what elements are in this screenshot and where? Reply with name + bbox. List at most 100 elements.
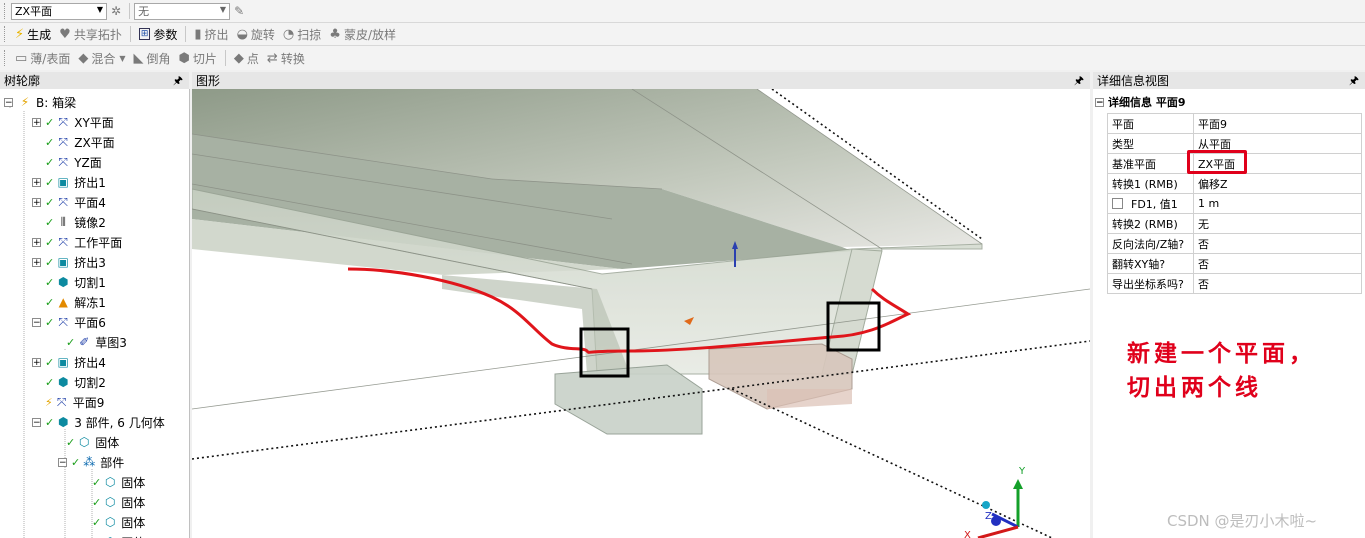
- graphics-viewport[interactable]: Y Z X ANSYS 2021 R1: [192, 89, 1090, 538]
- expand-icon[interactable]: +: [32, 197, 41, 207]
- tree-item-label: 挤出3: [74, 255, 106, 270]
- tree-item-yz-plane[interactable]: ✓ ⤧ YZ面: [32, 152, 102, 172]
- tree-item-extrude3[interactable]: + ✓ ▣ 挤出3: [32, 252, 106, 272]
- slice-icon: ⬢: [57, 275, 69, 289]
- toolbar-grip[interactable]: [4, 3, 8, 19]
- new-sketch-icon[interactable]: ✎: [230, 1, 248, 21]
- details-row[interactable]: 翻转XY轴? 否: [1107, 253, 1362, 274]
- expand-icon[interactable]: +: [32, 117, 41, 127]
- tree-item-part[interactable]: − ✓ ⁂ 部件: [58, 452, 124, 472]
- slice-button[interactable]: ⬢ 切片: [175, 48, 221, 68]
- collapse-icon[interactable]: −: [32, 317, 41, 327]
- tree-item-solid[interactable]: ✓ ⬡ 固体: [92, 492, 145, 512]
- tree-item-plane4[interactable]: + ✓ ⤧ 平面4: [32, 192, 106, 212]
- new-plane-icon[interactable]: ✲: [107, 1, 125, 21]
- tree-item-label: YZ面: [74, 155, 102, 170]
- conversion-button[interactable]: ⇄ 转换: [263, 48, 309, 68]
- details-value[interactable]: 1 m: [1193, 193, 1362, 214]
- details-row[interactable]: 反向法向/Z轴? 否: [1107, 233, 1362, 254]
- tree-item-solid[interactable]: ✓ ⬡ 固体: [92, 512, 145, 532]
- blend-button[interactable]: ◆ 混合 ▼: [74, 48, 129, 68]
- tree-item-unfreeze1[interactable]: ✓ ▲ 解冻1: [32, 292, 106, 312]
- tree-item-work-plane[interactable]: + ✓ ⤧ 工作平面: [32, 232, 122, 252]
- model-view[interactable]: Y Z X: [192, 89, 1090, 538]
- annotation-line-2: 切出两个线: [1127, 374, 1262, 401]
- pin-icon[interactable]: 🖈: [1349, 72, 1359, 90]
- tree-item-extrude1[interactable]: + ✓ ▣ 挤出1: [32, 172, 106, 192]
- ansys-version-year: 2021: [1019, 139, 1053, 156]
- tree-item-sketch3[interactable]: ✓ ✐ 草图3: [66, 332, 127, 352]
- share-topology-button[interactable]: ♥ 共享拓扑: [55, 24, 126, 44]
- tree-item-zx-plane[interactable]: ✓ ⤧ ZX平面: [32, 132, 115, 152]
- thin-surface-button[interactable]: ▭ 薄/表面: [11, 48, 74, 68]
- generate-button[interactable]: ⚡ 生成: [11, 24, 55, 44]
- sweep-button[interactable]: ◔ 扫掠: [279, 24, 325, 44]
- graphics-panel-header: 图形 🖈: [192, 72, 1090, 90]
- details-row[interactable]: 转换1 (RMB) 偏移Z: [1107, 173, 1362, 194]
- expand-icon[interactable]: +: [32, 257, 41, 267]
- expand-icon[interactable]: +: [32, 237, 41, 247]
- collapse-icon[interactable]: −: [4, 97, 13, 107]
- tree-item-solid[interactable]: ✓ ⬡ 固体: [92, 532, 145, 538]
- details-section-header[interactable]: − 详细信息 平面9: [1095, 94, 1185, 110]
- revolve-button[interactable]: ◒ 旋转: [233, 24, 279, 44]
- details-value[interactable]: 否: [1193, 273, 1362, 294]
- check-icon: ✓: [45, 275, 55, 289]
- skin-loft-button[interactable]: ♣ 蒙皮/放样: [325, 24, 400, 44]
- collapse-icon[interactable]: −: [32, 417, 41, 427]
- expand-icon[interactable]: +: [32, 357, 41, 367]
- tree-item-solid[interactable]: ✓ ⬡ 固体: [92, 472, 145, 492]
- details-value[interactable]: ZX平面: [1187, 150, 1362, 174]
- details-row[interactable]: 平面 平面9: [1107, 113, 1362, 134]
- extrude-button[interactable]: ▮ 挤出: [190, 24, 232, 44]
- details-value[interactable]: 否: [1193, 233, 1362, 254]
- parameter-checkbox[interactable]: [1112, 197, 1123, 209]
- tree-item-slice2[interactable]: ✓ ⬢ 切割2: [32, 372, 106, 392]
- pin-icon[interactable]: 🖈: [1074, 72, 1084, 90]
- tree-item-slice1[interactable]: ✓ ⬢ 切割1: [32, 272, 106, 292]
- details-key: 转换2 (RMB): [1107, 213, 1194, 234]
- tree-item-parts-bodies[interactable]: − ✓ ⬢ 3 部件, 6 几何体: [32, 412, 165, 432]
- tree-item-xy-plane[interactable]: + ✓ ⤧ XY平面: [32, 112, 114, 132]
- plane-icon: ⤧: [58, 234, 69, 249]
- chamfer-label: 倒角: [146, 51, 171, 66]
- details-row[interactable]: 基准平面 ZX平面: [1107, 150, 1362, 174]
- tree-panel-header: 树轮廓 🖈: [0, 72, 189, 90]
- collapse-icon[interactable]: −: [58, 457, 67, 467]
- tree-item-root[interactable]: − ⚡ B: 箱梁: [4, 92, 76, 112]
- details-row[interactable]: 转换2 (RMB) 无: [1107, 213, 1362, 234]
- plane-icon: ⤧: [58, 314, 69, 329]
- details-table: 平面 平面9 类型 从平面 基准平面 ZX平面 转换1 (RMB) 偏移Z FD…: [1107, 113, 1362, 294]
- tree-item-mirror2[interactable]: ✓ ⫴ 镜像2: [32, 212, 106, 232]
- extrude-label: 挤出: [204, 27, 229, 42]
- point-icon: ◆: [233, 50, 244, 66]
- tree-item-label: 切割2: [74, 375, 106, 390]
- toolbar-grip: [4, 26, 8, 42]
- details-value[interactable]: 平面9: [1193, 113, 1362, 134]
- tree-outline: − ⚡ B: 箱梁 + ✓ ⤧ XY平面 ✓ ⤧ ZX平面 ✓ ⤧ YZ面 + …: [0, 89, 190, 538]
- tree-item-extrude4[interactable]: + ✓ ▣ 挤出4: [32, 352, 106, 372]
- blend-label: 混合: [91, 51, 116, 66]
- lightning-icon: ⚡: [15, 26, 25, 42]
- collapse-icon[interactable]: −: [1095, 97, 1104, 107]
- plane-select[interactable]: ZX平面 ▼: [11, 2, 107, 20]
- expand-icon[interactable]: +: [32, 177, 41, 187]
- check-icon: ✓: [45, 215, 55, 229]
- sketch-select[interactable]: 无 ▼: [134, 2, 231, 20]
- point-button[interactable]: ◆ 点: [230, 48, 263, 68]
- details-row[interactable]: FD1, 值1 1 m: [1107, 193, 1362, 214]
- tree-item-plane6[interactable]: − ✓ ⤧ 平面6: [32, 312, 106, 332]
- details-value[interactable]: 否: [1193, 253, 1362, 274]
- tree-item-plane9[interactable]: ⚡ ⤧ 平面9: [32, 392, 104, 412]
- generate-label: 生成: [27, 27, 52, 42]
- part-icon: ⁂: [83, 455, 96, 469]
- tree-item-label: 挤出4: [74, 355, 106, 370]
- details-value[interactable]: 偏移Z: [1193, 173, 1362, 194]
- chamfer-button[interactable]: ◣ 倒角: [130, 48, 175, 68]
- tree-item-solid[interactable]: ✓ ⬡ 固体: [66, 432, 119, 452]
- check-icon: ✓: [45, 175, 55, 189]
- pin-icon[interactable]: 🖈: [173, 72, 183, 90]
- details-value[interactable]: 无: [1193, 213, 1362, 234]
- parameters-button[interactable]: ⊞ 参数: [135, 24, 182, 44]
- details-row[interactable]: 导出坐标系吗? 否: [1107, 273, 1362, 294]
